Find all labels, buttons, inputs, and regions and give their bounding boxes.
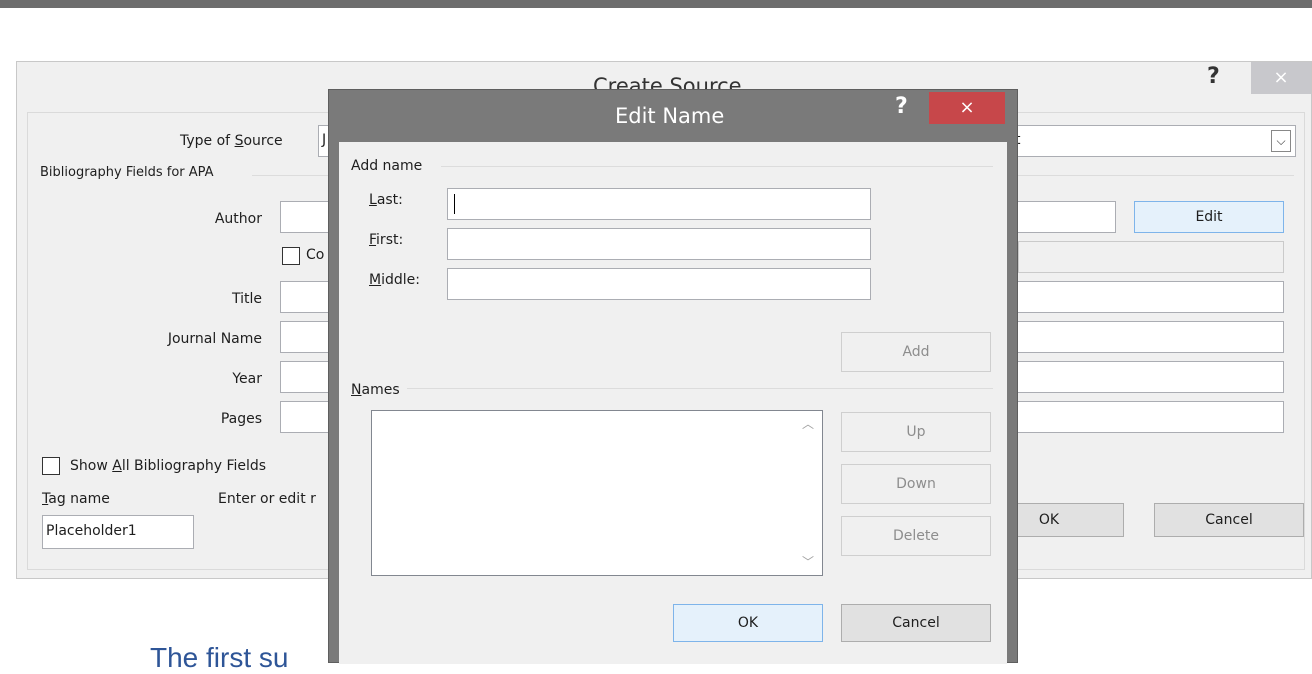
- label-key: A: [112, 458, 122, 474]
- corporate-author-checkbox[interactable]: [282, 247, 300, 265]
- label-key: F: [369, 232, 377, 248]
- journal-name-label: Journal Name: [167, 331, 262, 347]
- author-label: Author: [214, 211, 262, 227]
- delete-button[interactable]: Delete: [841, 516, 991, 556]
- label-text: irst:: [376, 232, 404, 248]
- up-button[interactable]: Up: [841, 412, 991, 452]
- tag-name-field[interactable]: Placeholder1: [42, 515, 194, 549]
- close-icon[interactable]: ×: [1251, 62, 1311, 94]
- edit-name-body: Add name Last: First: Middle: Add Names …: [339, 142, 1007, 664]
- edit-name-title: Edit Name: [615, 104, 725, 128]
- title-label: Title: [231, 291, 262, 307]
- add-name-group-label: Add name: [351, 158, 423, 174]
- create-source-cancel-button[interactable]: Cancel: [1154, 503, 1304, 537]
- edit-name-dialog: Edit Name ? × Add name Last: First: Midd…: [328, 89, 1018, 664]
- label-text: iddle:: [381, 272, 420, 288]
- corporate-author-field[interactable]: [1018, 241, 1284, 273]
- bibliography-group-label: Bibliography Fields for APA: [40, 165, 214, 180]
- help-icon[interactable]: ?: [1207, 64, 1220, 89]
- middle-name-label: Middle:: [369, 272, 420, 288]
- label-text: ll Bibliography Fields: [121, 458, 267, 474]
- year-label: Year: [232, 371, 262, 387]
- group-divider: [407, 388, 993, 389]
- document-heading-text: The first su: [150, 642, 289, 673]
- label-key: N: [351, 382, 362, 398]
- group-divider: [441, 166, 993, 167]
- label-key: M: [369, 272, 382, 288]
- edit-author-button[interactable]: Edit: [1134, 201, 1284, 233]
- help-icon[interactable]: ?: [895, 94, 908, 119]
- chevron-down-icon[interactable]: ⌵: [1271, 130, 1291, 152]
- text-caret: [454, 194, 455, 214]
- label-key: L: [369, 192, 377, 208]
- add-name-button[interactable]: Add: [841, 332, 991, 372]
- show-all-fields-checkbox[interactable]: [42, 457, 60, 475]
- middle-name-input[interactable]: [447, 268, 871, 300]
- first-name-input[interactable]: [447, 228, 871, 260]
- type-of-source-value: J: [322, 132, 327, 148]
- pages-label: Pages: [220, 411, 262, 427]
- names-group-label: Names: [351, 382, 400, 398]
- tag-name-value: Placeholder1: [46, 523, 137, 539]
- label-text: ast:: [376, 192, 403, 208]
- down-button[interactable]: Down: [841, 464, 991, 504]
- label-text: ource: [243, 133, 283, 149]
- last-name-label: Last:: [369, 192, 403, 208]
- close-icon[interactable]: ×: [929, 92, 1005, 124]
- window-top-bar: [0, 0, 1312, 8]
- edit-name-ok-button[interactable]: OK: [673, 604, 823, 642]
- label-text: Show: [70, 458, 113, 474]
- label-text: ames: [361, 382, 400, 398]
- enter-or-edit-hint: Enter or edit r: [218, 491, 316, 507]
- scroll-up-icon[interactable]: ︿: [802, 415, 814, 432]
- last-name-input[interactable]: [447, 188, 871, 220]
- corporate-author-label: Co: [306, 247, 325, 263]
- tag-name-label: Tag name: [42, 491, 110, 507]
- type-of-source-label: Type of Source: [180, 133, 283, 149]
- label-text: ag name: [48, 491, 110, 507]
- edit-name-cancel-button[interactable]: Cancel: [841, 604, 991, 642]
- label-text: Type of: [180, 133, 235, 149]
- first-name-label: First:: [369, 232, 403, 248]
- scroll-down-icon[interactable]: ﹀: [802, 553, 814, 570]
- names-listbox[interactable]: ︿ ﹀: [371, 410, 823, 576]
- show-all-fields-label: Show All Bibliography Fields: [70, 458, 266, 474]
